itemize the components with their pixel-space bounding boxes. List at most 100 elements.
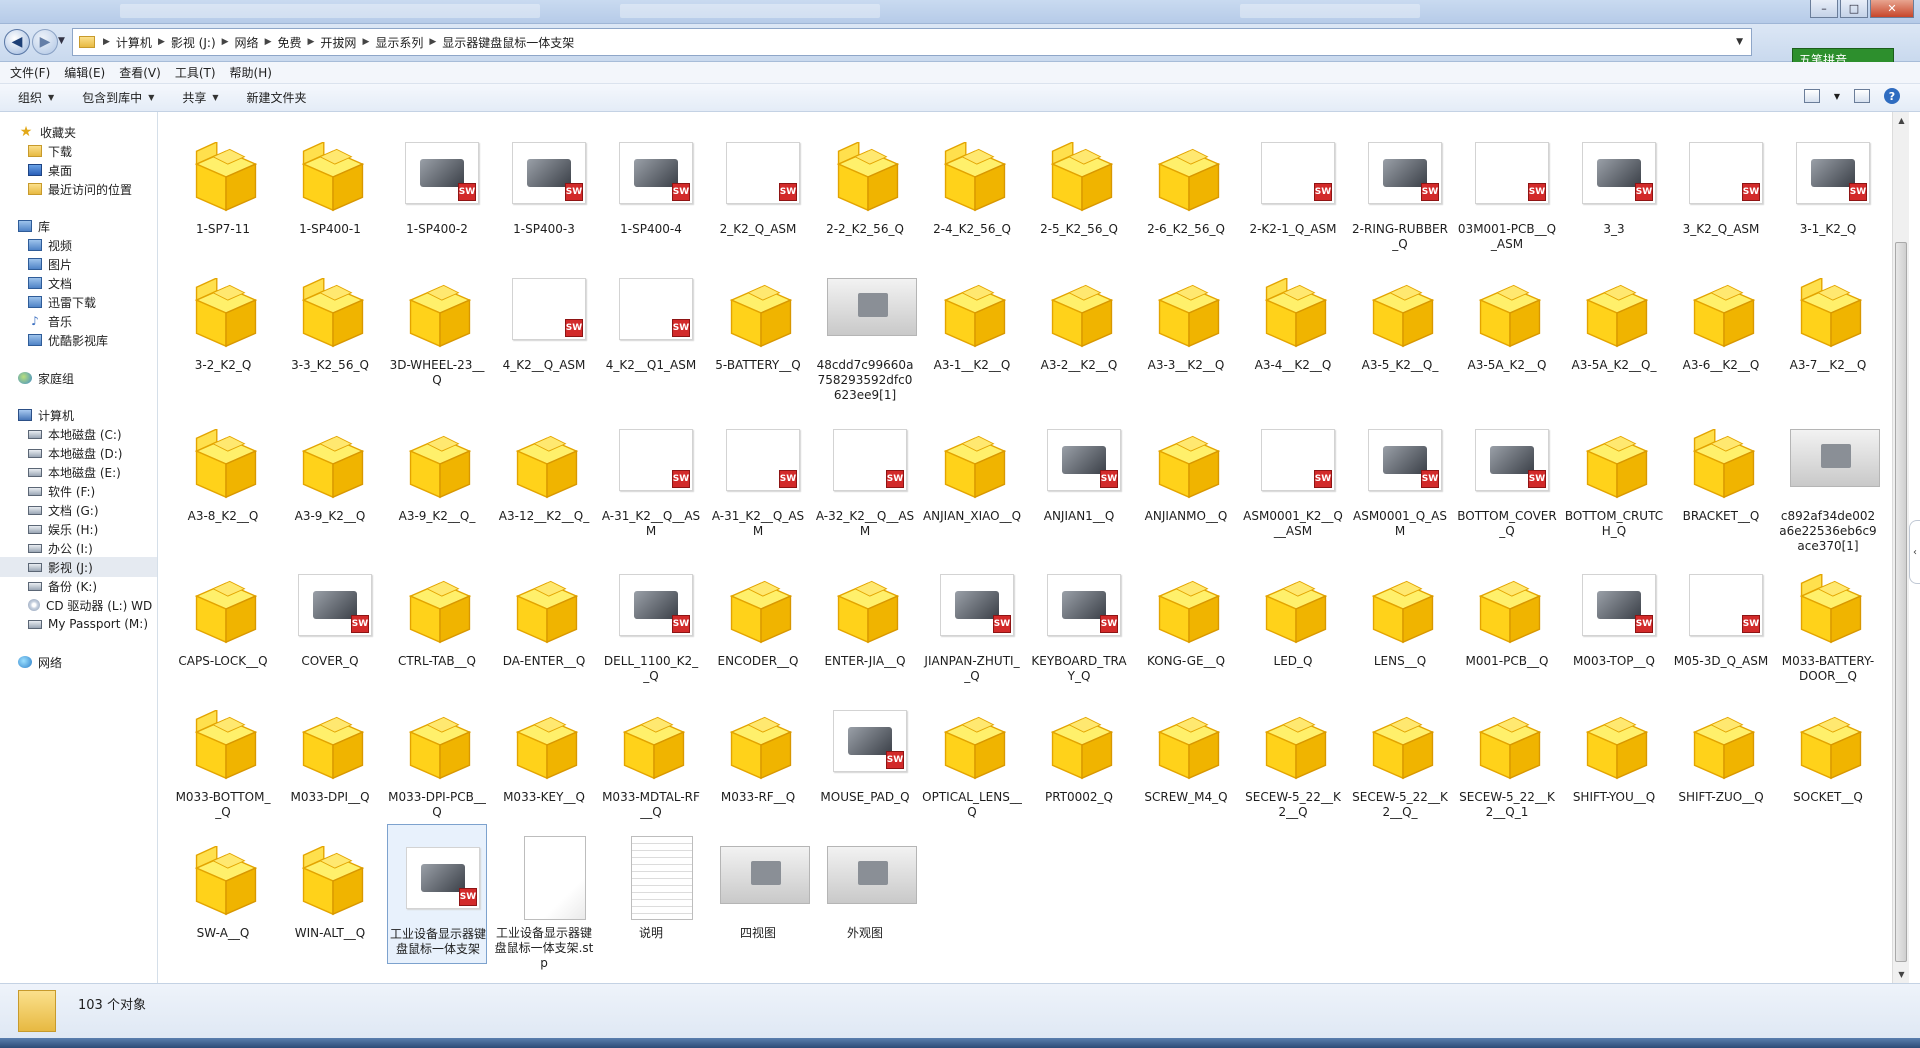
file-item[interactable]: CTRL-TAB__Q xyxy=(387,552,487,692)
file-item[interactable]: 2-4_K2_56_Q xyxy=(922,120,1022,260)
file-item[interactable]: SW 2-K2-1_Q_ASM xyxy=(1243,120,1343,260)
file-item[interactable]: 2-5_K2_56_Q xyxy=(1029,120,1129,260)
nav-favorites[interactable]: ★ 收藏夹 xyxy=(18,122,175,142)
breadcrumb-network[interactable]: 网络 xyxy=(229,34,265,51)
breadcrumb-separator-icon[interactable]: ▶ xyxy=(103,37,110,47)
file-item[interactable]: A3-2__K2__Q xyxy=(1029,256,1129,396)
breadcrumb-computer[interactable]: 计算机 xyxy=(110,34,158,51)
history-dropdown-icon[interactable]: ▼ xyxy=(58,36,65,46)
file-item[interactable]: SW A-31_K2__Q__ASM xyxy=(601,407,701,547)
address-bar[interactable]: ▶ 计算机 ▶ 影视 (J:) ▶ 网络 ▶ 免费 ▶ 开拔网 ▶ 显示系列 ▶… xyxy=(72,28,1752,56)
file-item[interactable]: KONG-GE__Q xyxy=(1136,552,1236,692)
file-item[interactable]: SW KEYBOARD_TRAY_Q xyxy=(1029,552,1129,692)
file-item[interactable]: c892af34de002a6e22536eb6c9ace370[1] xyxy=(1778,407,1880,553)
file-item[interactable]: 3D-WHEEL-23__Q xyxy=(387,256,487,396)
breadcrumb-separator-icon[interactable]: ▶ xyxy=(429,37,436,47)
file-item[interactable]: A3-5_K2__Q_ xyxy=(1350,256,1450,396)
scroll-down-icon[interactable]: ▼ xyxy=(1893,966,1910,983)
file-item[interactable]: A3-5A_K2__Q_ xyxy=(1564,256,1664,396)
file-item[interactable]: M033-DPI-PCB__Q xyxy=(387,688,487,828)
file-item[interactable]: CAPS-LOCK__Q xyxy=(173,552,273,692)
file-item[interactable]: DA-ENTER__Q xyxy=(494,552,594,692)
file-item[interactable]: SECEW-5_22__K2__Q_ xyxy=(1350,688,1450,828)
share-button[interactable]: 共享 ▼ xyxy=(182,89,218,106)
view-options-chevron-icon[interactable]: ▼ xyxy=(1834,92,1840,101)
file-item[interactable]: SW 工业设备显示器键盘鼠标一体支架 xyxy=(387,824,487,964)
file-item[interactable]: SW A-32_K2__Q__ASM xyxy=(815,407,915,547)
file-item[interactable]: 四视图 xyxy=(708,824,810,964)
file-item[interactable]: 2-6_K2_56_Q xyxy=(1136,120,1236,260)
menu-edit[interactable]: 编辑(E) xyxy=(64,64,105,81)
file-item[interactable]: SECEW-5_22__K2__Q xyxy=(1243,688,1343,828)
breadcrumb-current-folder[interactable]: 显示器键盘鼠标一体支架 xyxy=(436,34,580,51)
file-item[interactable]: ENCODER__Q xyxy=(708,552,808,692)
menu-file[interactable]: 文件(F) xyxy=(10,64,50,81)
file-item[interactable]: SW A-31_K2__Q_ASM xyxy=(708,407,808,547)
file-item[interactable]: SW 2_K2_Q_ASM xyxy=(708,120,808,260)
file-item[interactable]: 1-SP400-1 xyxy=(280,120,380,260)
breadcrumb-separator-icon[interactable]: ▶ xyxy=(362,37,369,47)
file-item[interactable]: A3-8_K2__Q xyxy=(173,407,273,547)
file-item[interactable]: SHIFT-ZUO__Q xyxy=(1671,688,1771,828)
file-item[interactable]: SW MOUSE_PAD_Q xyxy=(815,688,915,828)
file-item[interactable]: 3-2_K2_Q xyxy=(173,256,273,396)
file-item[interactable]: SW 1-SP400-2 xyxy=(387,120,487,260)
file-item[interactable]: M033-KEY__Q xyxy=(494,688,594,828)
forward-button[interactable]: ▶ xyxy=(32,29,58,55)
file-item[interactable]: 说明 xyxy=(601,824,701,964)
collapse-handle-icon[interactable]: ‹ xyxy=(1909,520,1920,584)
nav-drive-j[interactable]: 影视 (J:) xyxy=(0,557,157,577)
file-item[interactable]: SW M05-3D_Q_ASM xyxy=(1671,552,1771,692)
include-in-library-button[interactable]: 包含到库中 ▼ xyxy=(82,89,154,106)
file-item[interactable]: SW ASM0001_K2__Q__ASM xyxy=(1243,407,1343,547)
breadcrumb-separator-icon[interactable]: ▶ xyxy=(158,37,165,47)
file-item[interactable]: LED_Q xyxy=(1243,552,1343,692)
file-item[interactable]: PRT0002_Q xyxy=(1029,688,1129,828)
file-item[interactable]: SOCKET__Q xyxy=(1778,688,1878,828)
maximize-button[interactable]: □ xyxy=(1840,0,1868,18)
breadcrumb-free[interactable]: 免费 xyxy=(271,34,307,51)
breadcrumb-separator-icon[interactable]: ▶ xyxy=(265,37,272,47)
nav-libraries[interactable]: 库 xyxy=(18,216,175,236)
file-item[interactable]: SW 4_K2__Q1_ASM xyxy=(601,256,701,396)
nav-homegroup[interactable]: 家庭组 xyxy=(18,368,175,388)
file-item[interactable]: M033-BOTTOM__Q xyxy=(173,688,273,828)
file-item[interactable]: 3-3_K2_56_Q xyxy=(280,256,380,396)
file-item[interactable]: SW 3-1_K2_Q xyxy=(1778,120,1878,260)
file-item[interactable]: ANJIAN_XIAO__Q xyxy=(922,407,1022,547)
file-item[interactable]: SHIFT-YOU__Q xyxy=(1564,688,1664,828)
file-item[interactable]: A3-7__K2__Q xyxy=(1778,256,1878,396)
menu-view[interactable]: 查看(V) xyxy=(119,64,161,81)
file-item[interactable]: A3-6__K2__Q xyxy=(1671,256,1771,396)
breadcrumb-display-series[interactable]: 显示系列 xyxy=(369,34,429,51)
file-item[interactable]: 5-BATTERY__Q xyxy=(708,256,808,396)
file-item[interactable]: M033-DPI__Q xyxy=(280,688,380,828)
file-item[interactable]: SW ASM0001_Q_ASM xyxy=(1350,407,1450,547)
file-item[interactable]: M001-PCB__Q xyxy=(1457,552,1557,692)
file-item[interactable]: SW 03M001-PCB__Q_ASM xyxy=(1457,120,1557,260)
file-item[interactable]: 48cdd7c99660a758293592dfc0623ee9[1] xyxy=(815,256,917,402)
menu-tools[interactable]: 工具(T) xyxy=(175,64,216,81)
file-item[interactable]: A3-3__K2__Q xyxy=(1136,256,1236,396)
nav-network[interactable]: 网络 xyxy=(18,652,175,672)
address-dropdown-icon[interactable]: ▼ xyxy=(1736,37,1743,47)
file-item[interactable]: SW 4_K2__Q_ASM xyxy=(494,256,594,396)
vertical-scrollbar[interactable]: ▲ ▼ xyxy=(1892,112,1909,983)
nav-computer[interactable]: 计算机 xyxy=(18,405,175,425)
file-item[interactable]: SW 2-RING-RUBBER_Q xyxy=(1350,120,1450,260)
file-item[interactable]: SW COVER_Q xyxy=(280,552,380,692)
file-item[interactable]: A3-5A_K2__Q xyxy=(1457,256,1557,396)
scrollbar-thumb[interactable] xyxy=(1895,242,1907,962)
file-item[interactable]: A3-12__K2__Q_ xyxy=(494,407,594,547)
help-icon[interactable]: ? xyxy=(1884,88,1900,104)
file-item[interactable]: SW M003-TOP__Q xyxy=(1564,552,1664,692)
file-item[interactable]: M033-MDTAL-RF__Q xyxy=(601,688,701,828)
file-item[interactable]: WIN-ALT__Q xyxy=(280,824,380,964)
file-item[interactable]: A3-4__K2__Q xyxy=(1243,256,1343,396)
file-item[interactable]: OPTICAL_LENS__Q xyxy=(922,688,1022,828)
file-item[interactable]: SW DELL_1100_K2__Q xyxy=(601,552,701,692)
file-item[interactable]: 外观图 xyxy=(815,824,917,964)
breadcrumb-kaibawang[interactable]: 开拔网 xyxy=(314,34,362,51)
breadcrumb-separator-icon[interactable]: ▶ xyxy=(308,37,315,47)
breadcrumb-drive-j[interactable]: 影视 (J:) xyxy=(165,34,222,51)
